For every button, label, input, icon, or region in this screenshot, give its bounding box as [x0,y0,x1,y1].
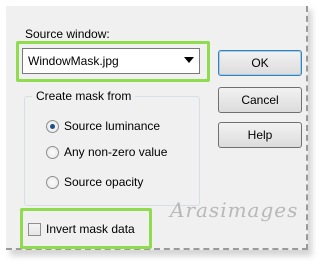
invert-mask-label: Invert mask data [46,222,135,236]
help-button[interactable]: Help [218,122,302,148]
invert-mask-checkbox-row[interactable]: Invert mask data [28,222,135,236]
help-button-label: Help [247,128,273,142]
radio-button-icon[interactable] [46,145,59,159]
source-window-select[interactable]: WindowMask.jpg [22,48,200,74]
source-window-label: Source window: [25,27,110,41]
chevron-down-icon[interactable] [184,57,194,63]
invert-mask-checkbox[interactable] [28,222,41,236]
radio-button-icon[interactable] [46,175,59,189]
cancel-button-label: Cancel [241,93,279,107]
radio-button-icon[interactable] [46,119,59,133]
radio-any-non-zero[interactable]: Any non-zero value [46,145,167,159]
watermark-logo: Arasimages [170,198,299,222]
radio-source-luminance[interactable]: Source luminance [46,119,160,133]
ok-button-label: OK [251,56,269,70]
cancel-button[interactable]: Cancel [218,87,302,113]
radio-label: Any non-zero value [64,145,168,159]
create-mask-group-title: Create mask from [32,89,136,103]
radio-source-opacity[interactable]: Source opacity [46,175,143,189]
radio-label: Source opacity [64,175,144,189]
source-window-value: WindowMask.jpg [28,54,119,68]
radio-label: Source luminance [64,119,161,133]
ok-button[interactable]: OK [218,50,302,76]
